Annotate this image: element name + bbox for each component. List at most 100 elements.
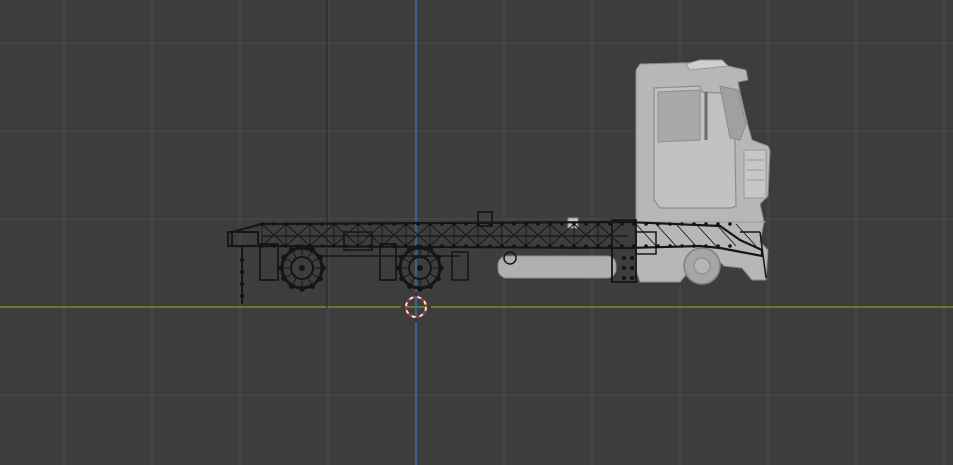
wheel-vertex bbox=[299, 286, 305, 292]
wheel-vertex bbox=[288, 247, 295, 253]
wheel-vertex bbox=[406, 283, 413, 289]
chassis-vertex bbox=[240, 258, 244, 262]
wheel-vertex bbox=[281, 275, 287, 282]
chassis-vertex bbox=[560, 222, 564, 226]
wheel-vertex bbox=[288, 283, 295, 289]
chassis-vertex bbox=[284, 244, 288, 248]
chassis-vertex bbox=[548, 244, 552, 248]
chassis-vertex bbox=[240, 270, 244, 274]
chassis-vertex bbox=[596, 244, 600, 248]
chassis-vertex bbox=[656, 222, 660, 226]
rear-wheel-2[interactable] bbox=[396, 244, 444, 292]
viewport-canvas[interactable] bbox=[0, 0, 953, 465]
wheel-vertex bbox=[427, 247, 434, 253]
chassis-vertex bbox=[296, 222, 300, 226]
chassis-vertex bbox=[622, 256, 626, 260]
wheel-vertex bbox=[399, 254, 405, 261]
3d-viewport[interactable] bbox=[0, 0, 953, 465]
chassis-vertex bbox=[452, 244, 456, 248]
chassis-vertex bbox=[728, 222, 732, 226]
chassis-vertex bbox=[344, 222, 348, 226]
chassis-vertex bbox=[644, 222, 648, 226]
wheel-vertex bbox=[309, 283, 316, 289]
chassis-vertex bbox=[332, 244, 336, 248]
chassis-vertex bbox=[572, 222, 576, 226]
chassis-vertex bbox=[704, 222, 708, 226]
chassis-vertex bbox=[240, 282, 244, 286]
chassis-vertex bbox=[464, 222, 468, 226]
chassis-vertex bbox=[620, 244, 624, 248]
chassis-vertex bbox=[608, 244, 612, 248]
chassis-vertex bbox=[680, 222, 684, 226]
wheel-vertex bbox=[435, 254, 441, 261]
chassis-vertex bbox=[368, 244, 372, 248]
chassis-vertex bbox=[596, 222, 600, 226]
chassis-vertex bbox=[500, 222, 504, 226]
chassis-vertex bbox=[440, 222, 444, 226]
wheel-vertex bbox=[417, 286, 423, 292]
chassis-vertex bbox=[584, 244, 588, 248]
chassis-vertex bbox=[320, 222, 324, 226]
chassis-vertex bbox=[344, 244, 348, 248]
chassis-vertex bbox=[644, 244, 648, 248]
wheel-vertex bbox=[396, 265, 402, 271]
chassis-vertex bbox=[260, 222, 264, 226]
chassis-vertex bbox=[548, 222, 552, 226]
chassis-vertex bbox=[524, 222, 528, 226]
chassis-vertex bbox=[308, 222, 312, 226]
chassis-vertex bbox=[536, 244, 540, 248]
chassis-vertex bbox=[488, 244, 492, 248]
wheel-vertex bbox=[281, 254, 287, 261]
chassis-vertex bbox=[622, 276, 626, 280]
chassis-vertex bbox=[692, 244, 696, 248]
chassis-vertex bbox=[704, 244, 708, 248]
chassis-vertex bbox=[584, 222, 588, 226]
chassis-vertex bbox=[632, 222, 636, 226]
chassis-vertex bbox=[716, 244, 720, 248]
wheel-vertex bbox=[435, 275, 441, 282]
wheel-vertex bbox=[317, 275, 323, 282]
chassis-vertex bbox=[260, 244, 264, 248]
chassis-vertex bbox=[284, 222, 288, 226]
chassis-vertex bbox=[656, 244, 660, 248]
chassis-vertex bbox=[416, 222, 420, 226]
chassis-vertex bbox=[560, 244, 564, 248]
chassis-vertex bbox=[464, 244, 468, 248]
chassis-vertex bbox=[428, 222, 432, 226]
chassis-vertex bbox=[668, 222, 672, 226]
chassis-vertex bbox=[622, 266, 626, 270]
wheel-vertex bbox=[406, 247, 413, 253]
wheel-vertex bbox=[427, 283, 434, 289]
wheel-vertex bbox=[317, 254, 323, 261]
chassis-vertex bbox=[632, 244, 636, 248]
chassis-vertex bbox=[620, 222, 624, 226]
chassis-vertex bbox=[240, 294, 244, 298]
chassis-vertex bbox=[404, 222, 408, 226]
chassis-vertex bbox=[630, 266, 634, 270]
chassis-vertex bbox=[308, 244, 312, 248]
chassis-vertex bbox=[380, 222, 384, 226]
chassis-vertex bbox=[332, 222, 336, 226]
front-wheel[interactable] bbox=[683, 247, 721, 285]
chassis-vertex bbox=[512, 222, 516, 226]
chassis-vertex bbox=[692, 222, 696, 226]
chassis-vertex bbox=[404, 244, 408, 248]
chassis-vertex bbox=[452, 222, 456, 226]
chassis-vertex bbox=[392, 222, 396, 226]
chassis-vertex bbox=[536, 222, 540, 226]
chassis-vertex bbox=[668, 244, 672, 248]
chassis-vertex bbox=[500, 244, 504, 248]
chassis-vertex bbox=[716, 222, 720, 226]
chassis-vertex bbox=[356, 244, 360, 248]
chassis-vertex bbox=[572, 244, 576, 248]
wheel-vertex bbox=[438, 265, 444, 271]
chassis-vertex bbox=[680, 244, 684, 248]
chassis-vertex bbox=[630, 256, 634, 260]
chassis-vertex bbox=[320, 244, 324, 248]
rear-wheel-1[interactable] bbox=[278, 244, 326, 292]
chassis-vertex bbox=[488, 222, 492, 226]
wheel-vertex bbox=[399, 275, 405, 282]
chassis-vertex bbox=[272, 222, 276, 226]
chassis-vertex bbox=[630, 276, 634, 280]
chassis-vertex bbox=[476, 222, 480, 226]
